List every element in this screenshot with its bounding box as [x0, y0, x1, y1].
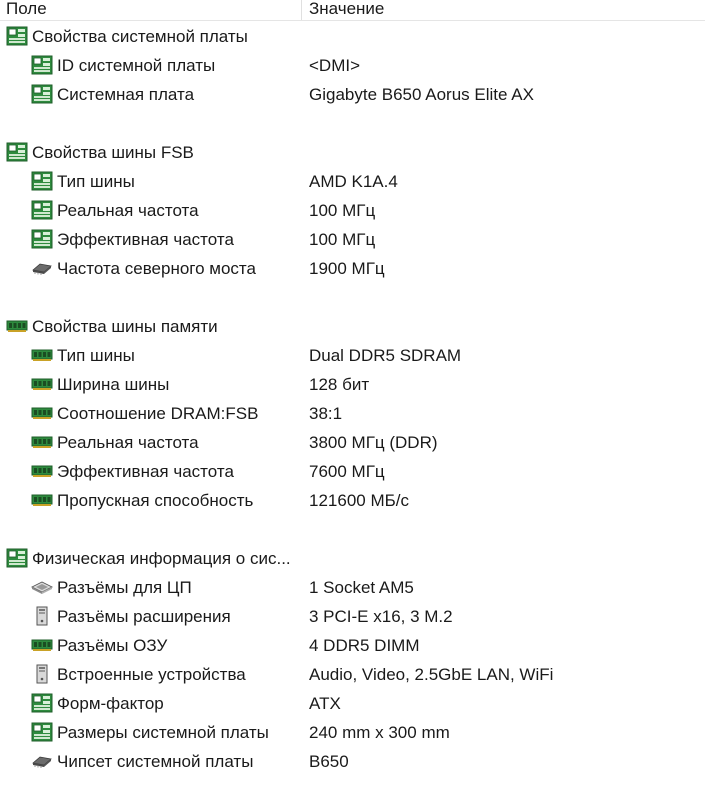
property-row[interactable]: Разъёмы расширения 3 PCI-E x16, 3 M.2: [0, 602, 705, 631]
property-label: Тип шины: [57, 346, 135, 365]
memory-icon: [31, 490, 53, 510]
group-title: Физическая информация о сис...: [32, 549, 291, 568]
property-value: 4 DDR5 DIMM: [309, 636, 420, 655]
property-value: 1900 МГц: [309, 259, 385, 278]
property-label: Разъёмы для ЦП: [57, 578, 192, 597]
group-title: Свойства шины FSB: [32, 143, 194, 162]
property-value: Audio, Video, 2.5GbE LAN, WiFi: [309, 665, 554, 684]
motherboard-icon: [31, 229, 53, 249]
column-divider[interactable]: [301, 0, 302, 20]
motherboard-icon: [31, 722, 53, 742]
property-label: Реальная частота: [57, 433, 199, 452]
property-label: Встроенные устройства: [57, 665, 246, 684]
property-value: Gigabyte B650 Aorus Elite AX: [309, 85, 534, 104]
motherboard-icon: [31, 171, 53, 191]
memory-icon: [31, 374, 53, 394]
motherboard-icon: [31, 693, 53, 713]
property-value: B650: [309, 752, 349, 771]
property-row[interactable]: Ширина шины 128 бит: [0, 370, 705, 399]
group-title: Свойства шины памяти: [32, 317, 218, 336]
field-column-header[interactable]: Поле: [6, 0, 300, 20]
motherboard-icon: [31, 200, 53, 220]
property-value: 240 mm x 300 mm: [309, 723, 450, 742]
property-label: Тип шины: [57, 172, 135, 191]
property-label: Форм-фактор: [57, 694, 164, 713]
property-row[interactable]: Тип шины Dual DDR5 SDRAM: [0, 341, 705, 370]
property-row[interactable]: Форм-фактор ATX: [0, 689, 705, 718]
group-header[interactable]: Свойства шины FSB: [0, 138, 705, 167]
property-label: Эффективная частота: [57, 230, 234, 249]
pc-tower-icon: [31, 664, 53, 684]
memory-icon: [31, 403, 53, 423]
property-label: Чипсет системной платы: [57, 752, 254, 771]
property-value: <DMI>: [309, 56, 361, 75]
memory-icon: [31, 635, 53, 655]
property-row[interactable]: Размеры системной платы 240 mm x 300 mm: [0, 718, 705, 747]
motherboard-icon: [31, 55, 53, 75]
memory-icon: [6, 316, 28, 336]
property-row[interactable]: Разъёмы ОЗУ 4 DDR5 DIMM: [0, 631, 705, 660]
property-value: AMD K1A.4: [309, 172, 398, 191]
property-value: 121600 МБ/с: [309, 491, 409, 510]
pc-tower-icon: [31, 606, 53, 626]
property-label: Соотношение DRAM:FSB: [57, 404, 259, 423]
property-value: ATX: [309, 694, 341, 713]
property-row[interactable]: Частота северного моста 1900 МГц: [0, 254, 705, 283]
property-label: Ширина шины: [57, 375, 170, 394]
property-row[interactable]: Реальная частота 100 МГц: [0, 196, 705, 225]
property-row[interactable]: Эффективная частота 100 МГц: [0, 225, 705, 254]
chip-icon: [31, 258, 53, 278]
property-row[interactable]: ID системной платы <DMI>: [0, 51, 705, 80]
property-value: 1 Socket AM5: [309, 578, 414, 597]
property-row[interactable]: Соотношение DRAM:FSB 38:1: [0, 399, 705, 428]
property-row[interactable]: Встроенные устройства Audio, Video, 2.5Gb…: [0, 660, 705, 689]
motherboard-icon: [31, 84, 53, 104]
value-column-header[interactable]: Значение: [309, 0, 384, 20]
chip-icon: [31, 751, 53, 771]
group-title: Свойства системной платы: [32, 27, 248, 46]
property-label: Частота северного моста: [57, 259, 256, 278]
property-value: 38:1: [309, 404, 343, 423]
property-label: Размеры системной платы: [57, 723, 269, 742]
property-label: Эффективная частота: [57, 462, 234, 481]
property-label: Реальная частота: [57, 201, 199, 220]
memory-icon: [31, 432, 53, 452]
property-label: Разъёмы ОЗУ: [57, 636, 168, 655]
group-header[interactable]: Свойства шины памяти: [0, 312, 705, 341]
property-value: 3 PCI-E x16, 3 M.2: [309, 607, 453, 626]
group-header[interactable]: Свойства системной платы: [0, 22, 705, 51]
cpu-socket-icon: [31, 577, 53, 597]
property-row[interactable]: Эффективная частота 7600 МГц: [0, 457, 705, 486]
property-label: Пропускная способность: [57, 491, 254, 510]
property-row[interactable]: Системная плата Gigabyte B650 Aorus Elite…: [0, 80, 705, 109]
property-row[interactable]: Чипсет системной платы B650: [0, 747, 705, 776]
property-label: Разъёмы расширения: [57, 607, 231, 626]
property-label: Системная плата: [57, 85, 195, 104]
motherboard-icon: [6, 26, 28, 46]
property-value: 100 МГц: [309, 230, 376, 249]
property-value: 100 МГц: [309, 201, 376, 220]
group-header[interactable]: Физическая информация о сис...: [0, 544, 705, 573]
memory-icon: [31, 345, 53, 365]
property-value: 128 бит: [309, 375, 370, 394]
property-value: 3800 МГц (DDR): [309, 433, 438, 452]
property-row[interactable]: Разъёмы для ЦП 1 Socket AM5: [0, 573, 705, 602]
property-label: ID системной платы: [57, 56, 216, 75]
property-row[interactable]: Тип шины AMD K1A.4: [0, 167, 705, 196]
motherboard-icon: [6, 548, 28, 568]
property-row[interactable]: Пропускная способность 121600 МБ/с: [0, 486, 705, 515]
property-value: Dual DDR5 SDRAM: [309, 346, 462, 365]
motherboard-icon: [6, 142, 28, 162]
property-row[interactable]: Реальная частота 3800 МГц (DDR): [0, 428, 705, 457]
column-header: Поле Значение: [0, 0, 705, 21]
memory-icon: [31, 461, 53, 481]
property-value: 7600 МГц: [309, 462, 385, 481]
